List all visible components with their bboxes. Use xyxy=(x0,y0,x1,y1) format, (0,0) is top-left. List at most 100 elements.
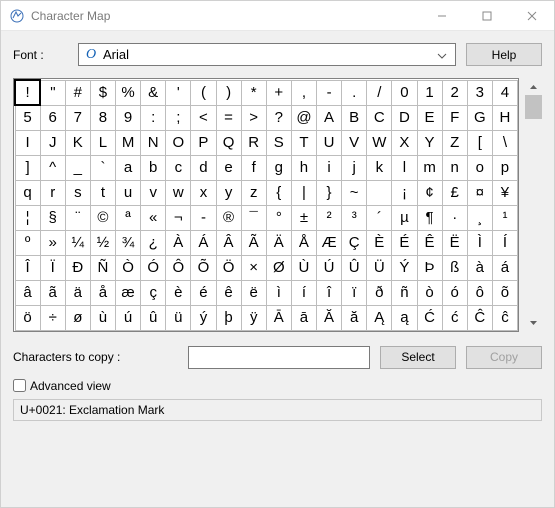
char-cell[interactable]: Ê xyxy=(417,230,442,255)
char-cell[interactable]: V xyxy=(342,130,367,155)
advanced-view-checkbox[interactable] xyxy=(13,379,26,392)
char-cell[interactable]: B xyxy=(342,105,367,130)
char-cell[interactable]: m xyxy=(417,155,442,180)
characters-to-copy-input[interactable] xyxy=(188,346,370,369)
char-cell[interactable]: s xyxy=(65,180,90,205)
char-cell[interactable]: @ xyxy=(291,105,316,130)
character-grid[interactable]: !"#$%&'()*+,-./0123456789:;<=>?@ABCDEFGH… xyxy=(13,78,519,332)
advanced-view-label[interactable]: Advanced view xyxy=(30,379,111,393)
char-cell[interactable]: à xyxy=(467,255,492,280)
char-cell[interactable]: ( xyxy=(191,80,216,105)
char-cell[interactable]: ç xyxy=(141,280,166,305)
char-cell[interactable]: D xyxy=(392,105,417,130)
char-cell[interactable]: ´ xyxy=(367,205,392,230)
char-cell[interactable]: r xyxy=(40,180,65,205)
char-cell[interactable]: l xyxy=(392,155,417,180)
char-cell[interactable]: Ì xyxy=(467,230,492,255)
char-cell[interactable]: Y xyxy=(417,130,442,155)
char-cell[interactable]: ĉ xyxy=(492,305,517,330)
char-cell[interactable]: ú xyxy=(116,305,141,330)
char-cell[interactable]: e xyxy=(216,155,241,180)
char-cell[interactable]: º xyxy=(15,230,40,255)
char-cell[interactable]: ° xyxy=(266,205,291,230)
char-cell[interactable]: ã xyxy=(40,280,65,305)
char-cell[interactable]: g xyxy=(266,155,291,180)
char-cell[interactable]: Á xyxy=(191,230,216,255)
char-cell[interactable]: . xyxy=(342,80,367,105)
char-cell[interactable]: ð xyxy=(367,280,392,305)
scroll-thumb[interactable] xyxy=(525,95,542,119)
char-cell[interactable]: § xyxy=(40,205,65,230)
char-cell[interactable]: x xyxy=(191,180,216,205)
char-cell[interactable]: Ò xyxy=(116,255,141,280)
char-cell[interactable]: Q xyxy=(216,130,241,155)
char-cell[interactable]: ¤ xyxy=(467,180,492,205)
char-cell[interactable]: k xyxy=(367,155,392,180)
select-button[interactable]: Select xyxy=(380,346,456,369)
char-cell[interactable]: / xyxy=(367,80,392,105)
char-cell[interactable]: ï xyxy=(342,280,367,305)
char-cell[interactable]: q xyxy=(15,180,40,205)
char-cell[interactable]: ½ xyxy=(90,230,115,255)
char-cell[interactable]: W xyxy=(367,130,392,155)
char-cell[interactable]: ? xyxy=(266,105,291,130)
char-cell[interactable]: \ xyxy=(492,130,517,155)
char-cell[interactable]: U xyxy=(317,130,342,155)
char-cell[interactable]: Ï xyxy=(40,255,65,280)
char-cell[interactable]: × xyxy=(241,255,266,280)
char-cell[interactable]: o xyxy=(467,155,492,180)
char-cell[interactable]: Ô xyxy=(166,255,191,280)
char-cell[interactable]: ª xyxy=(116,205,141,230)
char-cell[interactable]: J xyxy=(40,130,65,155)
char-cell[interactable]: C xyxy=(367,105,392,130)
char-cell[interactable]: Ć xyxy=(417,305,442,330)
char-cell[interactable]: b xyxy=(141,155,166,180)
char-cell[interactable]: Û xyxy=(342,255,367,280)
char-cell[interactable]: å xyxy=(90,280,115,305)
char-cell[interactable]: ¸ xyxy=(467,205,492,230)
char-cell[interactable]: Î xyxy=(15,255,40,280)
char-cell[interactable]: û xyxy=(141,305,166,330)
char-cell[interactable]: F xyxy=(442,105,467,130)
char-cell[interactable]: Ø xyxy=(266,255,291,280)
char-cell[interactable]: Ñ xyxy=(90,255,115,280)
char-cell[interactable]: ; xyxy=(166,105,191,130)
char-cell[interactable]: Ã xyxy=(241,230,266,255)
close-button[interactable] xyxy=(509,1,554,30)
help-button[interactable]: Help xyxy=(466,43,542,66)
char-cell[interactable]: ~ xyxy=(342,180,367,205)
char-cell[interactable]: â xyxy=(15,280,40,305)
char-cell[interactable]: É xyxy=(392,230,417,255)
char-cell[interactable]: Đ xyxy=(65,255,90,280)
char-cell[interactable]: + xyxy=(266,80,291,105)
char-cell[interactable]: ò xyxy=(417,280,442,305)
char-cell[interactable]: ą xyxy=(392,305,417,330)
char-cell[interactable]: ă xyxy=(342,305,367,330)
char-cell[interactable]: G xyxy=(467,105,492,130)
char-cell[interactable]: · xyxy=(442,205,467,230)
char-cell[interactable]: w xyxy=(166,180,191,205)
char-cell[interactable]: Ö xyxy=(216,255,241,280)
char-cell[interactable]: X xyxy=(392,130,417,155)
char-cell[interactable]: 1 xyxy=(417,80,442,105)
char-cell[interactable]: ¶ xyxy=(417,205,442,230)
char-cell[interactable]: » xyxy=(40,230,65,255)
char-cell[interactable]: 6 xyxy=(40,105,65,130)
char-cell[interactable]: T xyxy=(291,130,316,155)
char-cell[interactable]: n xyxy=(442,155,467,180)
maximize-button[interactable] xyxy=(464,1,509,30)
char-cell[interactable]: ÷ xyxy=(40,305,65,330)
char-cell[interactable]: $ xyxy=(90,80,115,105)
char-cell[interactable]: è xyxy=(166,280,191,305)
char-cell[interactable]: ø xyxy=(65,305,90,330)
char-cell[interactable]: ü xyxy=(166,305,191,330)
char-cell[interactable]: z xyxy=(241,180,266,205)
char-cell[interactable]: ¨ xyxy=(65,205,90,230)
char-cell[interactable]: Ă xyxy=(317,305,342,330)
char-cell[interactable]: ¼ xyxy=(65,230,90,255)
char-cell[interactable]: { xyxy=(266,180,291,205)
char-cell[interactable]: ¦ xyxy=(15,205,40,230)
char-cell[interactable]: # xyxy=(65,80,90,105)
char-cell[interactable]: ® xyxy=(216,205,241,230)
char-cell[interactable]: ! xyxy=(15,80,40,105)
